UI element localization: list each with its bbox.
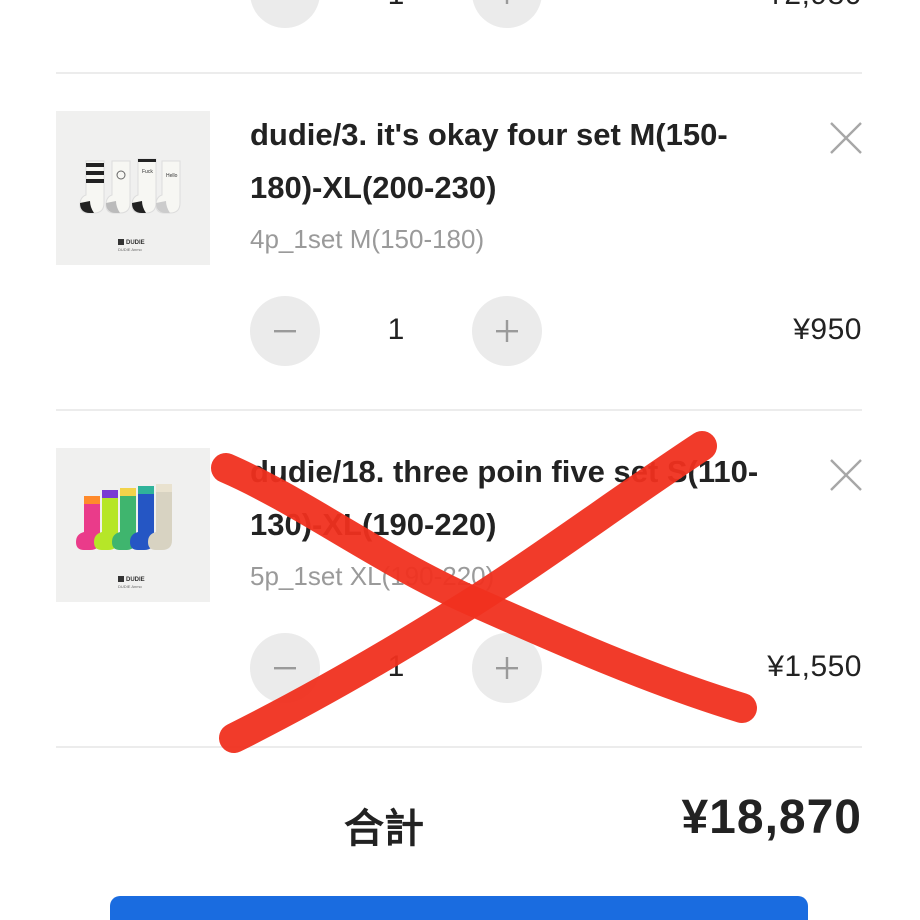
- checkout-button[interactable]: [110, 896, 808, 920]
- quantity-value: 1: [376, 0, 416, 12]
- increase-quantity-button[interactable]: [472, 633, 542, 703]
- item-price: ¥1,550: [767, 650, 862, 683]
- cart-item-partial: 1 ¥2,980: [0, 0, 920, 74]
- minus-icon: [274, 330, 296, 333]
- svg-text:DUDIE Anmo: DUDIE Anmo: [118, 247, 143, 252]
- item-option: 5p_1set XL(190-220): [250, 561, 495, 591]
- minus-icon: [272, 0, 298, 6]
- svg-text:Hello: Hello: [166, 173, 178, 179]
- total-value: ¥18,870: [681, 791, 862, 844]
- product-thumbnail[interactable]: DUDIE DUDIE Anmo: [56, 448, 210, 602]
- socks-image: Fuck Hello DUDIE DUDIE Anmo: [56, 111, 210, 265]
- decrease-quantity-button[interactable]: [250, 633, 320, 703]
- cart-item: DUDIE DUDIE Anmo dudie/18. three poin fi…: [0, 411, 920, 748]
- cart-item: Fuck Hello DUDIE DUDIE Anmo dudie/3. it'…: [0, 74, 920, 411]
- plus-icon: [496, 657, 518, 679]
- brand-logo-text: DUDIE: [126, 577, 145, 583]
- quantity-value: 1: [387, 313, 405, 346]
- decrease-quantity-button[interactable]: [250, 0, 320, 28]
- decrease-quantity-button[interactable]: [250, 296, 320, 366]
- item-price: ¥950: [793, 313, 862, 346]
- svg-text:Fuck: Fuck: [142, 169, 153, 175]
- close-icon: [830, 459, 862, 491]
- minus-icon: [274, 667, 296, 670]
- item-price: ¥2,980: [767, 0, 862, 12]
- plus-icon: [496, 320, 518, 342]
- total-label: 合計: [344, 807, 424, 851]
- order-total-row: 合計 ¥18,870: [0, 750, 920, 890]
- cart-page: 1 ¥2,980: [0, 0, 920, 920]
- remove-item-button[interactable]: [826, 455, 866, 495]
- close-icon: [830, 122, 862, 154]
- plus-icon: [505, 0, 509, 4]
- item-name[interactable]: dudie/3. it's okay four set M(150-180)-X…: [250, 108, 770, 214]
- item-option: 4p_1set M(150-180): [250, 224, 485, 254]
- quantity-value: 1: [387, 650, 405, 683]
- item-divider: [56, 746, 862, 748]
- socks-image: DUDIE DUDIE Anmo: [56, 448, 210, 602]
- remove-item-button[interactable]: [826, 118, 866, 158]
- svg-text:DUDIE Anmo: DUDIE Anmo: [118, 584, 143, 589]
- increase-quantity-button[interactable]: [472, 0, 542, 28]
- increase-quantity-button[interactable]: [472, 296, 542, 366]
- item-name[interactable]: dudie/18. three poin five set S(110-130)…: [250, 445, 770, 551]
- brand-logo-text: DUDIE: [126, 240, 145, 246]
- product-thumbnail[interactable]: Fuck Hello DUDIE DUDIE Anmo: [56, 111, 210, 265]
